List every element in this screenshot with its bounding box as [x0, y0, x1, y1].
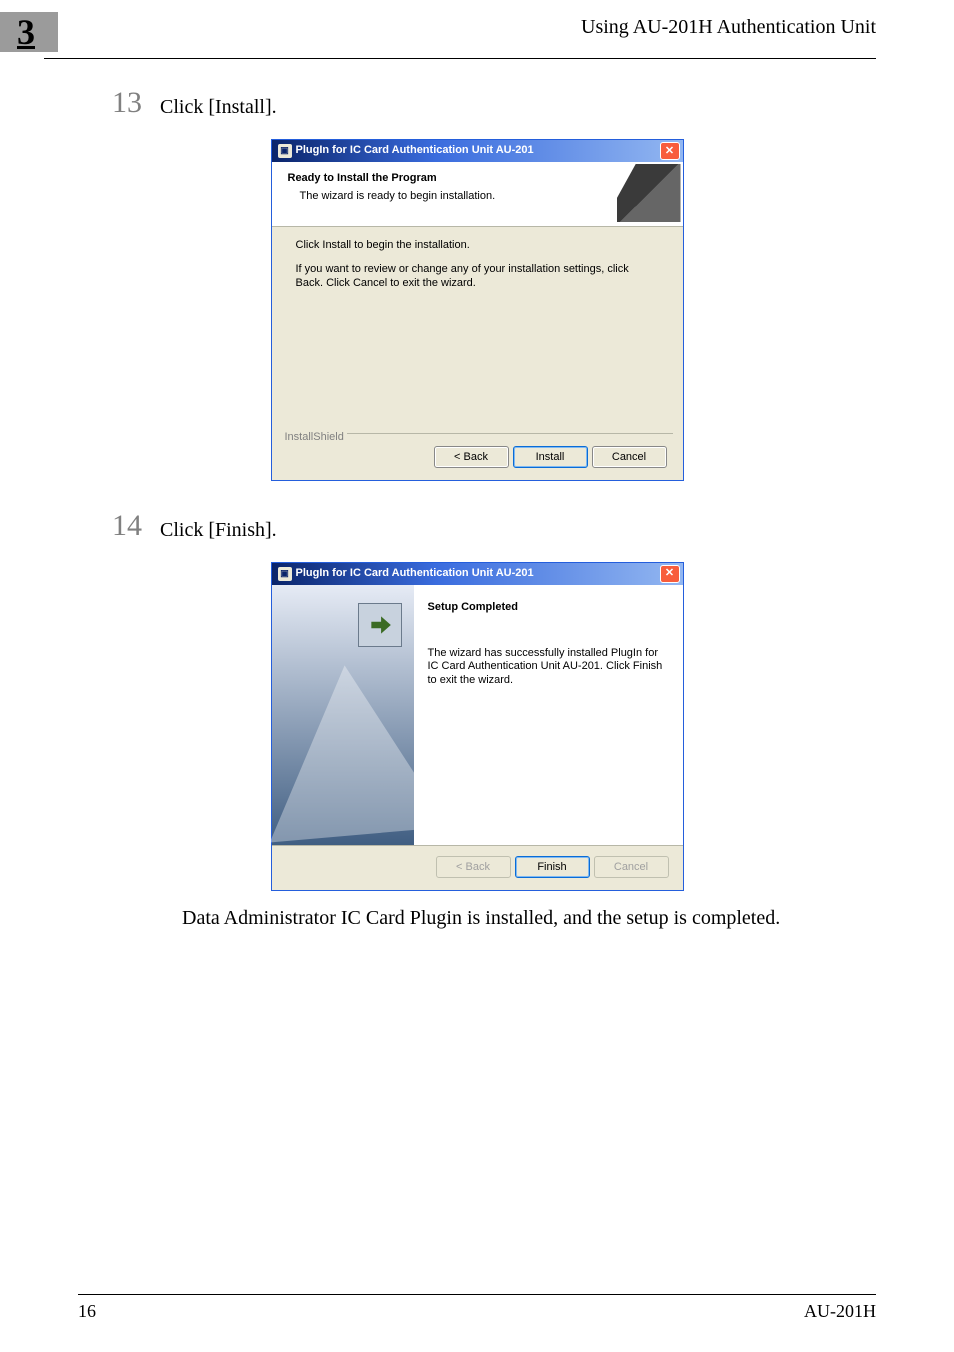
dialog-title: PlugIn for IC Card Authentication Unit A… [296, 567, 660, 581]
back-button[interactable]: < Back [434, 446, 509, 468]
close-button[interactable]: ✕ [660, 565, 680, 583]
dialog-body: Click Install to begin the installation.… [272, 227, 683, 425]
setup-completed-title: Setup Completed [428, 601, 667, 615]
setup-completed-message: The wizard has successfully installed Pl… [428, 647, 667, 688]
page-header-title: Using AU-201H Authentication Unit [581, 16, 876, 39]
app-icon: ▣ [278, 144, 292, 158]
computer-icon [358, 603, 402, 647]
step-13: 13 Click [Install]. [106, 88, 876, 119]
footer-model: AU-201H [804, 1301, 876, 1322]
dialog-body-line2: If you want to review or change any of y… [296, 263, 659, 291]
dialog-side-panel [272, 585, 414, 845]
header-divider [44, 58, 876, 59]
closing-paragraph: Data Administrator IC Card Plugin is ins… [182, 907, 876, 930]
step-text-14: Click [Finish]. [160, 511, 277, 542]
installshield-label: InstallShield [282, 431, 347, 443]
chapter-number: 3 [0, 12, 58, 52]
dialog-header-title: Ready to Install the Program [288, 172, 669, 186]
close-button[interactable]: ✕ [660, 142, 680, 160]
page-footer: 16 AU-201H [78, 1294, 876, 1322]
dialog-body-line1: Click Install to begin the installation. [296, 239, 659, 253]
install-dialog: ▣ PlugIn for IC Card Authentication Unit… [271, 139, 684, 481]
app-icon: ▣ [278, 567, 292, 581]
dialog-titlebar: ▣ PlugIn for IC Card Authentication Unit… [272, 563, 683, 585]
dialog-footer: < Back Finish Cancel [272, 846, 683, 890]
cancel-button[interactable]: Cancel [592, 446, 667, 468]
page-number: 16 [78, 1301, 96, 1322]
install-button[interactable]: Install [513, 446, 588, 468]
step-number-14: 14 [106, 511, 142, 541]
step-14: 14 Click [Finish]. [106, 511, 876, 542]
cancel-button: Cancel [594, 856, 669, 878]
dialog-header-subtitle: The wizard is ready to begin installatio… [300, 190, 669, 204]
finish-dialog: ▣ PlugIn for IC Card Authentication Unit… [271, 562, 684, 891]
decorative-triangle [254, 657, 448, 842]
dialog-body: Setup Completed The wizard has successfu… [272, 585, 683, 846]
back-button: < Back [436, 856, 511, 878]
dialog-title: PlugIn for IC Card Authentication Unit A… [296, 144, 660, 158]
step-number-13: 13 [106, 88, 142, 118]
step-text-13: Click [Install]. [160, 88, 277, 119]
finish-button[interactable]: Finish [515, 856, 590, 878]
dialog-header: Ready to Install the Program The wizard … [272, 162, 683, 227]
dialog-content: Setup Completed The wizard has successfu… [414, 585, 683, 845]
dialog-titlebar: ▣ PlugIn for IC Card Authentication Unit… [272, 140, 683, 162]
